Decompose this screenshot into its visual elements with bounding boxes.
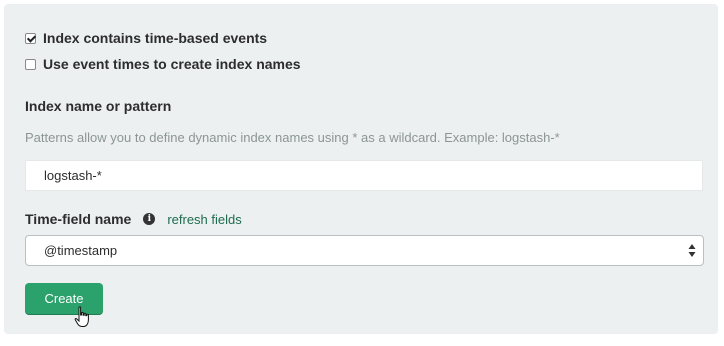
time-field-label: Time-field name bbox=[25, 211, 132, 227]
time-based-events-label[interactable]: Index contains time-based events bbox=[43, 30, 267, 46]
info-icon[interactable]: i bbox=[143, 213, 156, 225]
time-field-selected-value: @timestamp bbox=[44, 243, 118, 258]
time-based-events-checkbox[interactable] bbox=[25, 32, 36, 44]
create-index-pattern-panel: Index contains time-based events Use eve… bbox=[4, 4, 718, 334]
index-pattern-input[interactable]: logstash-* bbox=[25, 160, 703, 191]
time-field-select[interactable]: @timestamp bbox=[25, 235, 704, 266]
event-times-checkbox[interactable] bbox=[25, 58, 36, 70]
hand-pointer-cursor-icon bbox=[74, 306, 89, 327]
time-field-header: Time-field name i refresh fields bbox=[25, 211, 242, 227]
index-pattern-value: logstash-* bbox=[44, 168, 102, 183]
create-button-label: Create bbox=[44, 291, 84, 306]
event-times-option[interactable]: Use event times to create index names bbox=[25, 56, 301, 72]
refresh-fields-link[interactable]: refresh fields bbox=[167, 212, 241, 227]
select-arrows-icon bbox=[688, 244, 696, 257]
event-times-label[interactable]: Use event times to create index names bbox=[43, 56, 301, 72]
index-pattern-help-text: Patterns allow you to define dynamic ind… bbox=[25, 130, 560, 145]
time-based-events-option[interactable]: Index contains time-based events bbox=[25, 30, 267, 46]
index-name-label: Index name or pattern bbox=[25, 98, 172, 114]
